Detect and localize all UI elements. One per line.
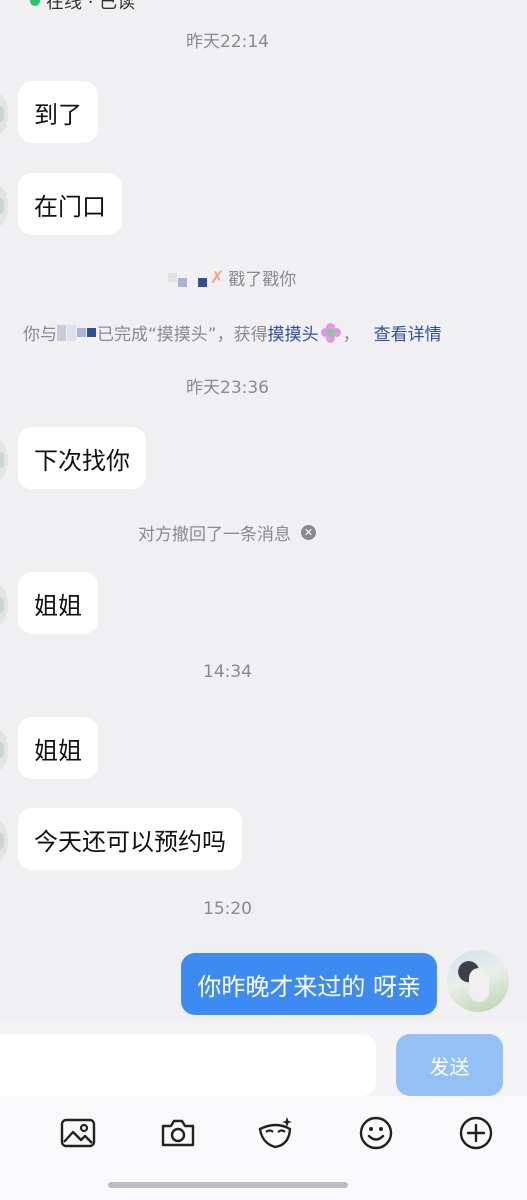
timestamp: 昨天22:14 [186, 32, 269, 52]
message-input[interactable] [0, 1034, 376, 1096]
view-details-link[interactable]: 查看详情 [374, 320, 442, 345]
camera-icon[interactable] [158, 1113, 198, 1153]
mosaic-block [168, 273, 177, 282]
my-message-bubble[interactable]: 你昨晚才来过的 呀亲 [181, 953, 437, 1015]
achievement-prefix: 你与 [23, 325, 57, 345]
contact-avatar[interactable] [0, 583, 8, 627]
contact-avatar[interactable] [0, 438, 8, 482]
contact-avatar[interactable] [0, 819, 8, 863]
poke-text: 戳了戳你 [228, 270, 297, 290]
timestamp: 14:34 [203, 662, 252, 682]
recall-notice: 对方撤回了一条消息 ✕ [138, 520, 316, 545]
mosaic-block [77, 328, 86, 337]
mosaic-block [57, 324, 66, 341]
home-indicator[interactable] [108, 1182, 348, 1188]
timestamp: 昨天23:36 [186, 378, 269, 398]
message-bubble[interactable]: 在门口 [18, 173, 122, 235]
contact-avatar[interactable] [0, 92, 8, 136]
header-partial-text: 在线 · 已读 [46, 0, 136, 13]
poke-notice: ✗ 戳了戳你 [168, 265, 296, 290]
message-bubble[interactable]: 下次找你 [18, 427, 146, 489]
award-name[interactable]: 摸摸头 [268, 320, 319, 345]
emoji-icon[interactable] [356, 1113, 396, 1153]
mosaic-block [87, 328, 96, 337]
message-bubble[interactable]: 到了 [18, 81, 98, 143]
achievement-middle: 已完成“摸摸头”，获得 [97, 325, 268, 345]
my-avatar[interactable] [447, 950, 509, 1012]
flower-icon [320, 322, 341, 343]
poke-icon: ✗ [210, 267, 225, 288]
sticker-icon[interactable] [256, 1113, 296, 1153]
message-bubble[interactable]: 姐姐 [18, 717, 98, 779]
timestamp: 15:20 [203, 899, 252, 919]
image-icon[interactable] [58, 1113, 98, 1153]
recall-text: 对方撤回了一条消息 [138, 525, 291, 545]
mosaic-block [178, 278, 187, 287]
online-dot [30, 0, 40, 6]
message-bubble[interactable]: 今天还可以预约吗 [18, 808, 242, 870]
achievement-notice: 你与 已完成“摸摸头”，获得 摸摸头 ， 查看详情 [23, 320, 442, 345]
send-button[interactable]: 发送 [396, 1034, 503, 1096]
contact-avatar[interactable] [0, 184, 8, 228]
contact-avatar[interactable] [0, 728, 8, 772]
mosaic-block [188, 273, 197, 282]
header-partial: 在线 · 已读 [30, 0, 135, 14]
close-icon[interactable]: ✕ [301, 525, 316, 540]
message-bubble[interactable]: 姐姐 [18, 572, 98, 634]
plus-icon[interactable] [456, 1113, 496, 1153]
mosaic-block [67, 324, 76, 341]
mosaic-block [198, 278, 207, 287]
achievement-suffix: ， [342, 325, 360, 345]
